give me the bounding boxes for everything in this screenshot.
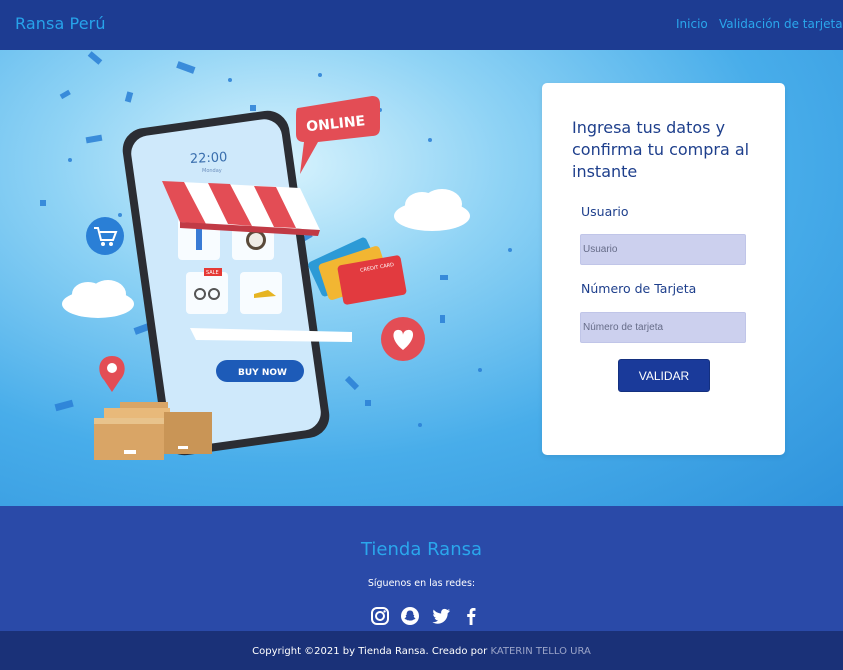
validation-form-card: Ingresa tus datos y confirma tu compra a…	[542, 83, 785, 455]
shopping-cart-icon	[86, 217, 124, 255]
footer: Tienda Ransa Síguenos en las redes:	[0, 506, 843, 631]
numero-tarjeta-label: Número de Tarjeta	[581, 281, 697, 296]
cloud-left	[62, 280, 134, 318]
cloud-right	[394, 189, 470, 231]
credit-card-icon: CREDIT CARD	[308, 237, 407, 305]
instagram-icon[interactable]	[370, 606, 390, 626]
usuario-input[interactable]	[580, 234, 746, 265]
nav-link-inicio[interactable]: Inicio	[676, 17, 708, 31]
facebook-icon[interactable]	[461, 606, 481, 626]
copyright-bar: Copyright ©2021 by Tienda Ransa. Creado …	[0, 631, 843, 670]
author-name: KATERIN TELLO URA	[490, 646, 591, 657]
phone-time: 22:00	[190, 150, 228, 167]
footer-subtitle: Síguenos en las redes:	[367, 578, 476, 589]
validar-button[interactable]: VALIDAR	[618, 359, 710, 392]
heart-icon	[381, 317, 425, 361]
form-title: Ingresa tus datos y confirma tu compra a…	[572, 118, 750, 181]
buy-now-label: BUY NOW	[238, 368, 287, 378]
navbar: Ransa Perú Inicio Validación de tarjeta	[0, 0, 843, 50]
nav-link-validacion-tarjeta[interactable]: Validación de tarjeta	[719, 17, 843, 31]
copyright-text: Copyright ©2021 by Tienda Ransa. Creado …	[252, 646, 488, 657]
snapchat-icon[interactable]	[400, 606, 420, 626]
phone-date: Monday	[202, 168, 222, 174]
footer-title: Tienda Ransa	[360, 539, 483, 560]
sale-tag: SALE	[206, 270, 219, 276]
usuario-label: Usuario	[581, 204, 629, 219]
twitter-icon[interactable]	[431, 606, 451, 626]
numero-tarjeta-input[interactable]	[580, 312, 746, 343]
map-pin-icon	[99, 356, 125, 392]
brand-logo[interactable]: Ransa Perú	[15, 14, 106, 33]
online-badge-icon: ONLINE	[296, 96, 380, 174]
